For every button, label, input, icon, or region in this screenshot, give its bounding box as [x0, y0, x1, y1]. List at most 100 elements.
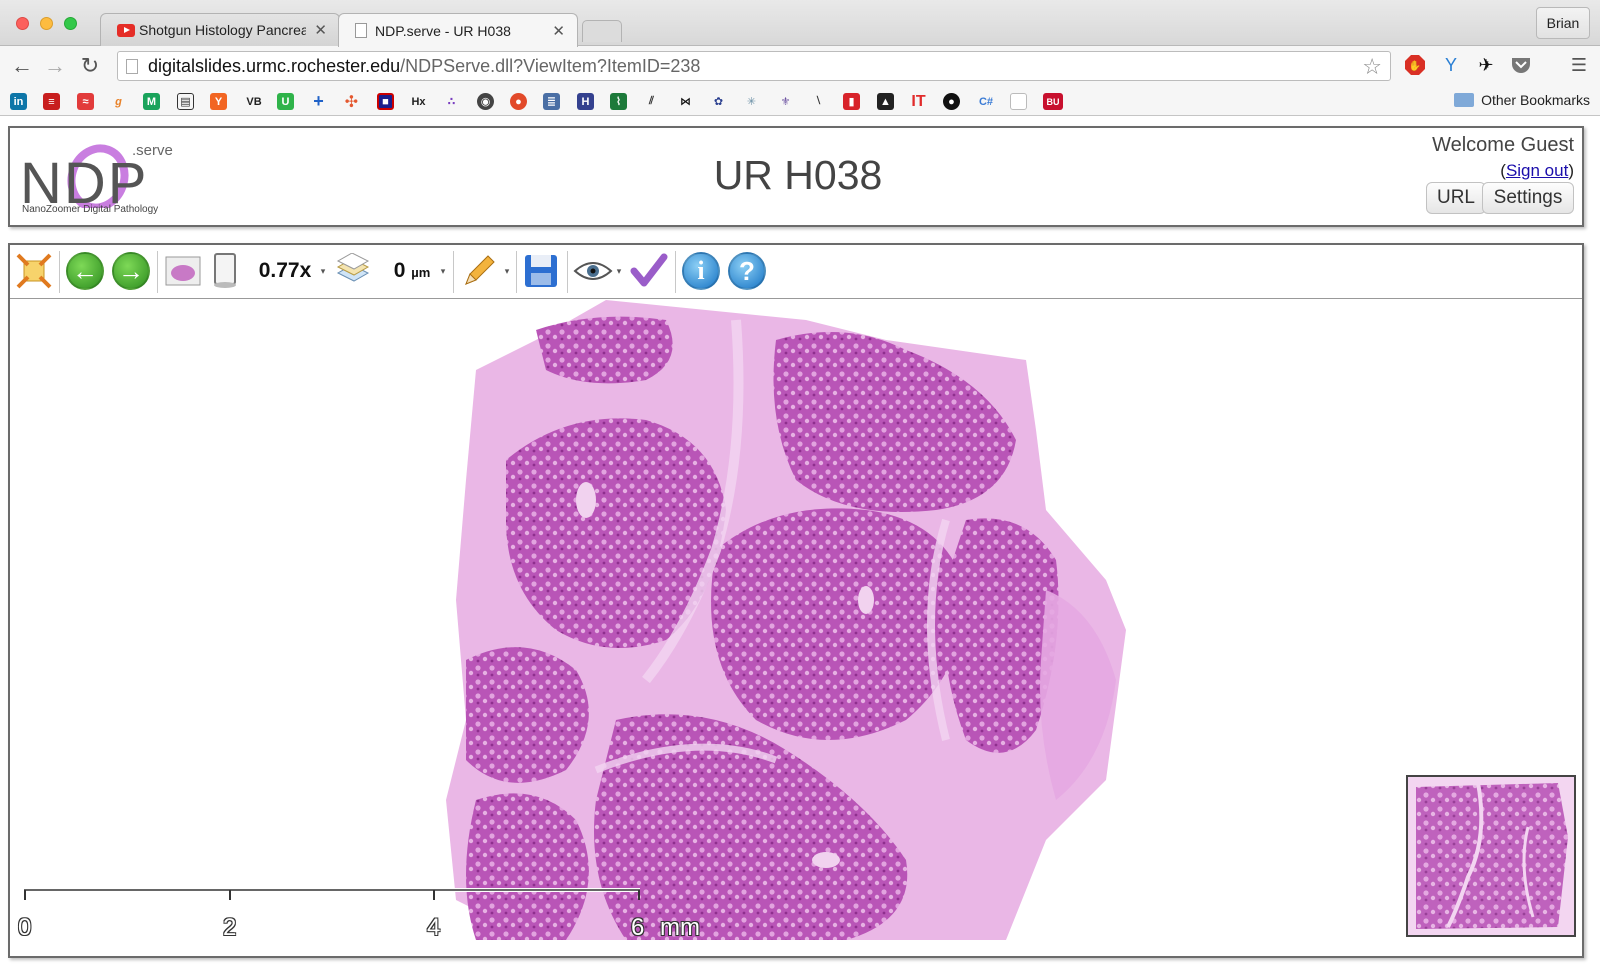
- m-bookmark-icon[interactable]: M: [143, 93, 160, 110]
- save-icon[interactable]: [520, 250, 562, 292]
- bars-bookmark-icon[interactable]: ▮: [843, 93, 860, 110]
- slide-viewer: ← → 0.77x ▾ 0 µm ▾ ▾ ▾ i ? 0 2 4 6 mm: [8, 243, 1584, 958]
- window-minimize-button[interactable]: [40, 17, 53, 30]
- dots-bookmark-icon[interactable]: ∴: [443, 93, 460, 110]
- menu-icon[interactable]: ☰: [1568, 54, 1590, 76]
- url-button[interactable]: URL: [1426, 182, 1486, 214]
- annotate-pencil-icon[interactable]: [458, 250, 500, 292]
- csharp-bookmark-icon[interactable]: C#: [975, 93, 997, 110]
- signout-close-paren: ): [1568, 161, 1574, 180]
- tissue-image[interactable]: [446, 300, 1126, 940]
- slide-canvas[interactable]: 0 2 4 6 mm: [10, 300, 1582, 956]
- focus-unit: µm: [411, 265, 431, 280]
- tab-youtube[interactable]: Shotgun Histology Pancrea ✕: [100, 13, 340, 46]
- adblock-extension-icon[interactable]: ✋: [1404, 54, 1426, 76]
- circle-bookmark-icon[interactable]: ◉: [477, 93, 494, 110]
- dark-bookmark-icon[interactable]: ▲: [877, 93, 894, 110]
- forward-arrow-icon[interactable]: →: [43, 53, 67, 78]
- fit-to-screen-icon[interactable]: [14, 250, 54, 292]
- window-maximize-button[interactable]: [64, 17, 77, 30]
- hx-bookmark-icon[interactable]: Hx: [410, 93, 427, 110]
- ycombinator-bookmark-icon[interactable]: Y: [210, 93, 227, 110]
- check-icon[interactable]: [628, 250, 670, 292]
- u-bookmark-icon[interactable]: U: [277, 93, 294, 110]
- logo-subtitle: NanoZoomer Digital Pathology: [22, 204, 159, 215]
- focus-dropdown-caret[interactable]: ▾: [438, 250, 448, 292]
- zoom-value: 0.77x: [258, 259, 312, 282]
- vb-bookmark-icon[interactable]: VB: [243, 93, 265, 110]
- welcome-text: Welcome Guest: [1432, 134, 1574, 156]
- tab-ndp-serve[interactable]: NDP.serve - UR H038 ✕: [338, 13, 578, 47]
- window-close-button[interactable]: [16, 17, 29, 30]
- zoom-dropdown-caret[interactable]: ▾: [318, 250, 328, 292]
- signout-line: (Sign out): [1500, 161, 1574, 181]
- news-bookmark-icon[interactable]: ▤: [177, 93, 194, 110]
- github-bookmark-icon[interactable]: ●: [943, 93, 960, 110]
- bu-bookmark-icon[interactable]: BU: [1043, 93, 1063, 110]
- new-tab-button[interactable]: [582, 20, 622, 42]
- bank-bookmark-icon[interactable]: ≈: [77, 93, 94, 110]
- g-bookmark-icon[interactable]: g: [110, 93, 127, 110]
- linkedin-bookmark-icon[interactable]: in: [10, 93, 27, 110]
- back-arrow-icon[interactable]: ←: [10, 53, 34, 78]
- browser-tab-bar: Shotgun Histology Pancrea ✕ NDP.serve - …: [0, 0, 1600, 47]
- chart-bookmark-icon[interactable]: ⌇: [610, 93, 627, 110]
- tomato-bookmark-icon[interactable]: ●: [510, 93, 527, 110]
- reload-icon[interactable]: ↻: [78, 53, 102, 78]
- slide-label-icon[interactable]: [208, 250, 242, 292]
- vpn-extension-icon[interactable]: Y: [1440, 54, 1462, 76]
- settings-button[interactable]: Settings: [1482, 182, 1574, 214]
- pocket-extension-icon[interactable]: [1510, 54, 1532, 76]
- pinwheel-bookmark-icon[interactable]: ✣: [343, 93, 360, 111]
- youtube-icon: [117, 23, 135, 37]
- bookmark-star-icon[interactable]: ☆: [1362, 54, 1382, 80]
- blank-bookmark-icon[interactable]: [1010, 93, 1027, 110]
- it-bookmark-icon[interactable]: IT: [910, 93, 927, 110]
- square-bookmark-icon[interactable]: ■: [377, 93, 394, 110]
- bookmark-icon[interactable]: ≡: [43, 93, 60, 110]
- scale-label-4: 4: [427, 914, 441, 941]
- bird-extension-icon[interactable]: ✈: [1475, 54, 1497, 76]
- page-info-icon[interactable]: [126, 58, 138, 74]
- viewer-toolbar: ← → 0.77x ▾ 0 µm ▾ ▾ ▾ i ?: [10, 245, 1582, 299]
- url-host: digitalslides.urmc.rochester.edu: [148, 55, 401, 76]
- focus-depth[interactable]: 0 µm: [380, 250, 444, 292]
- bow-bookmark-icon[interactable]: ⋈: [677, 93, 694, 110]
- feather-bookmark-icon[interactable]: ⚜: [777, 93, 794, 110]
- help-icon[interactable]: ?: [726, 250, 768, 292]
- bug-bookmark-icon[interactable]: ✿: [710, 93, 727, 110]
- view-dropdown-caret[interactable]: ▾: [614, 250, 624, 292]
- lines-bookmark-icon[interactable]: ⫽: [643, 93, 660, 110]
- network-bookmark-icon[interactable]: ✳: [743, 93, 760, 110]
- zoom-level[interactable]: 0.77x: [250, 250, 320, 292]
- forward-icon[interactable]: →: [110, 250, 152, 292]
- back-icon[interactable]: ←: [64, 250, 106, 292]
- bookmarks-bar: in ≡ ≈ g M ▤ Y VB U + ✣ ■ Hx ∴ ◉ ● ≣ H ⌇…: [0, 86, 1600, 116]
- page-icon: [355, 23, 367, 38]
- scale-unit: mm: [660, 914, 700, 941]
- tab-title: Shotgun Histology Pancrea: [139, 22, 307, 38]
- overview-thumbnail[interactable]: [1406, 775, 1576, 937]
- tab-close-icon[interactable]: ✕: [314, 21, 327, 39]
- focus-value: 0: [393, 259, 406, 282]
- folder-icon: [1454, 93, 1475, 107]
- slide-title: UR H038: [713, 152, 883, 198]
- sign-out-link[interactable]: Sign out: [1506, 161, 1568, 180]
- other-bookmarks-label: Other Bookmarks: [1481, 92, 1590, 108]
- ndp-header: NDP .serve NanoZoomer Digital Pathology …: [8, 126, 1584, 227]
- svg-text:✋: ✋: [1409, 59, 1421, 72]
- stripes-bookmark-icon[interactable]: ⧵: [810, 93, 827, 110]
- info-icon[interactable]: i: [680, 250, 722, 292]
- focus-layers-icon[interactable]: [332, 250, 374, 292]
- tab-title: NDP.serve - UR H038: [375, 22, 511, 39]
- view-eye-icon[interactable]: [572, 250, 614, 292]
- database-bookmark-icon[interactable]: ≣: [543, 93, 560, 110]
- plus-bookmark-icon[interactable]: +: [310, 91, 327, 111]
- address-bar[interactable]: digitalslides.urmc.rochester.edu/NDPServ…: [117, 51, 1391, 81]
- other-bookmarks[interactable]: Other Bookmarks: [1454, 92, 1590, 108]
- profile-button[interactable]: Brian: [1536, 7, 1590, 39]
- tab-close-icon[interactable]: ✕: [552, 22, 565, 40]
- h-bookmark-icon[interactable]: H: [577, 93, 594, 110]
- annotate-dropdown-caret[interactable]: ▾: [502, 250, 512, 292]
- slide-thumbnail-icon[interactable]: [162, 250, 204, 292]
